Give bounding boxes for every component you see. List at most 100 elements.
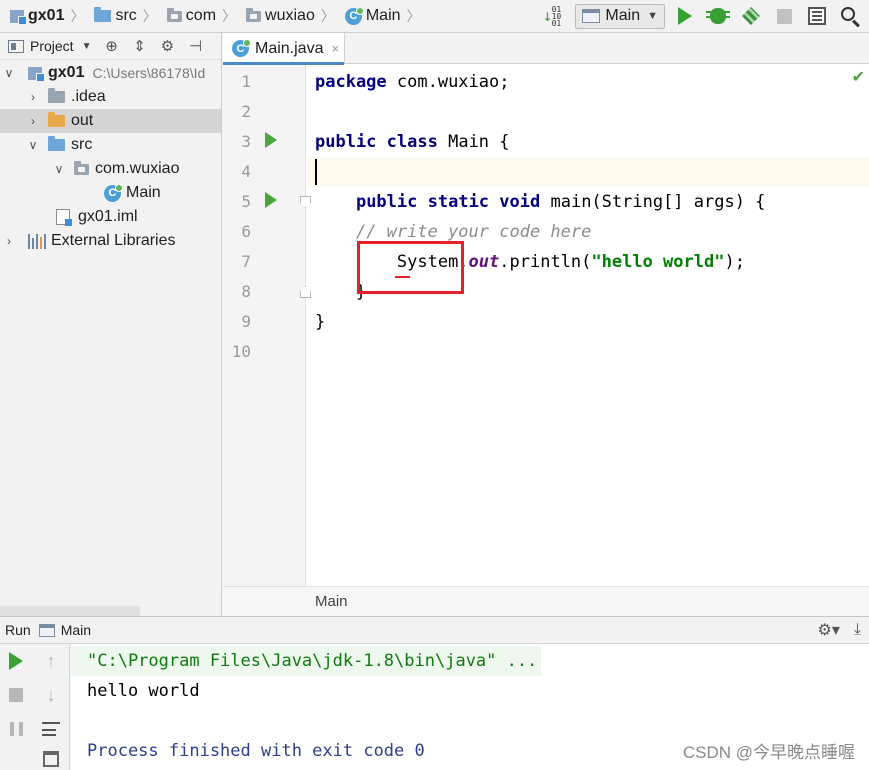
scroll-down-button[interactable]: ↓	[40, 684, 62, 706]
tree-item-src[interactable]: ∨ src	[0, 133, 221, 157]
editor-gutter[interactable]: 1 2 3 4 5 6 7 8 9 10	[223, 65, 311, 586]
source-folder-icon	[48, 136, 65, 151]
minimize-panel-icon[interactable]: ⤓	[854, 621, 861, 639]
sort-icon: ↓ 01 10 01	[542, 4, 562, 28]
line-number: 5	[241, 192, 251, 211]
breadcrumb-src[interactable]: src 〉	[84, 0, 157, 33]
run-panel-title: Run	[5, 622, 31, 638]
chevron-right-icon: 〉	[320, 8, 335, 24]
bug-icon	[706, 8, 730, 24]
module-file-icon	[56, 209, 72, 226]
class-icon: C	[232, 39, 251, 57]
folder-icon	[48, 112, 65, 127]
run-panel-header: Run Main ⚙▾ ⤓	[0, 616, 869, 644]
project-view-selector[interactable]: Project	[30, 38, 74, 54]
breadcrumb-main[interactable]: C Main 〉	[335, 0, 421, 33]
tab-main-java[interactable]: C Main.java ×	[223, 33, 345, 65]
breadcrumb-wuxiao[interactable]: wuxiao 〉	[236, 0, 335, 33]
chevron-right-icon[interactable]: ›	[26, 90, 40, 104]
chevron-down-icon[interactable]: ∨	[2, 66, 16, 80]
folder-icon	[48, 88, 65, 103]
annotation-highlight-box	[357, 241, 464, 294]
debug-button[interactable]	[705, 3, 731, 29]
play-icon	[9, 652, 23, 670]
gear-icon[interactable]: ⚙	[159, 38, 175, 55]
navigation-bar: gx01 〉 src 〉 com 〉 wuxiao 〉 C Main 〉 ↓ 01…	[0, 0, 869, 33]
application-config-icon	[582, 9, 601, 23]
soft-wrap-button[interactable]	[40, 718, 62, 740]
run-gutter-icon[interactable]	[265, 192, 277, 208]
code-line-9: }	[315, 312, 326, 332]
console-output-line: hello world	[87, 681, 200, 701]
tree-item-main[interactable]: C Main	[0, 181, 221, 205]
editor-tab-bar: C Main.java ×	[223, 33, 869, 65]
chevron-right-icon: 〉	[70, 8, 85, 24]
play-icon	[678, 7, 692, 25]
scroll-up-button[interactable]: ↑	[40, 650, 62, 672]
application-config-icon	[38, 623, 55, 637]
search-icon	[841, 7, 855, 21]
chevron-right-icon[interactable]: ›	[26, 114, 40, 128]
editor-breadcrumb-main[interactable]: Main	[315, 593, 348, 610]
chevron-down-icon[interactable]: ∨	[26, 138, 40, 152]
run-button[interactable]	[672, 3, 698, 29]
tree-item-gx01[interactable]: ∨ gx01 C:\Users\86178\Id	[0, 61, 221, 85]
breadcrumb-com[interactable]: com 〉	[157, 0, 236, 33]
run-config-label: Main	[605, 7, 641, 24]
project-icon	[8, 39, 24, 53]
run-tab-main[interactable]: Main	[61, 622, 91, 638]
code-line-3: public class Main {	[315, 132, 510, 152]
tree-item-com-wuxiao[interactable]: ∨ com.wuxiao	[0, 157, 221, 181]
chevron-right-icon[interactable]: ›	[2, 234, 16, 248]
stop-button[interactable]	[771, 3, 797, 29]
project-structure-icon	[808, 7, 826, 25]
code-area[interactable]: package com.wuxiao; public class Main { …	[307, 65, 869, 586]
arrow-up-icon: ↑	[46, 650, 56, 671]
stop-button[interactable]	[5, 684, 27, 706]
package-icon	[246, 7, 262, 22]
pause-button[interactable]	[5, 718, 27, 740]
hide-panel-icon[interactable]: ⊣	[187, 38, 203, 55]
chevron-down-icon[interactable]: ∨	[52, 162, 66, 176]
horizontal-scrollbar[interactable]	[0, 606, 140, 616]
stop-icon	[776, 8, 792, 24]
line-number: 3	[241, 132, 251, 151]
line-number: 8	[241, 282, 251, 301]
run-configuration-dropdown[interactable]: Main ▼	[575, 3, 665, 29]
pause-icon	[9, 722, 23, 736]
class-icon: C	[344, 6, 364, 25]
tree-item-external-libraries[interactable]: › External Libraries	[0, 229, 221, 253]
collapse-all-icon[interactable]: ⇕	[131, 38, 147, 55]
search-everywhere-button[interactable]	[837, 3, 863, 29]
chevron-right-icon: 〉	[142, 8, 157, 24]
breadcrumb-gx01[interactable]: gx01 〉	[0, 0, 84, 33]
module-icon	[28, 66, 45, 82]
line-number: 2	[241, 102, 251, 121]
close-icon[interactable]: ×	[331, 41, 339, 56]
save-icon	[43, 751, 59, 767]
run-with-coverage-button[interactable]	[738, 3, 764, 29]
rerun-button[interactable]	[5, 650, 27, 672]
project-structure-button[interactable]	[804, 3, 830, 29]
tree-item-idea[interactable]: › .idea	[0, 85, 221, 109]
project-tool-window: Project ▼ ⊕ ⇕ ⚙ ⊣ ∨ gx01 C:\Users\86178\…	[0, 33, 222, 616]
locate-icon[interactable]: ⊕	[103, 38, 119, 55]
stop-icon	[9, 688, 23, 702]
console-command-line[interactable]: "C:\Program Files\Java\jdk-1.8\bin\java"…	[71, 646, 542, 676]
tree-item-gx01-iml[interactable]: gx01.iml	[0, 205, 221, 229]
code-line-4-current	[307, 157, 869, 187]
gear-icon[interactable]: ⚙▾	[818, 620, 840, 640]
tree-item-out[interactable]: › out	[0, 109, 221, 133]
chevron-down-icon: ▼	[647, 10, 658, 22]
chevron-down-icon[interactable]: ▼	[82, 41, 92, 52]
arrow-down-icon: ↓	[46, 684, 56, 705]
sort-button[interactable]: ↓ 01 10 01	[543, 3, 569, 29]
package-icon	[74, 160, 89, 175]
annotation-underline	[395, 276, 410, 278]
class-icon: C	[104, 183, 123, 202]
coverage-icon	[742, 7, 760, 25]
run-gutter-icon[interactable]	[265, 132, 277, 148]
inspection-ok-icon[interactable]: ✔	[852, 67, 865, 87]
soft-wrap-icon	[42, 722, 60, 736]
save-output-button[interactable]	[40, 748, 62, 770]
